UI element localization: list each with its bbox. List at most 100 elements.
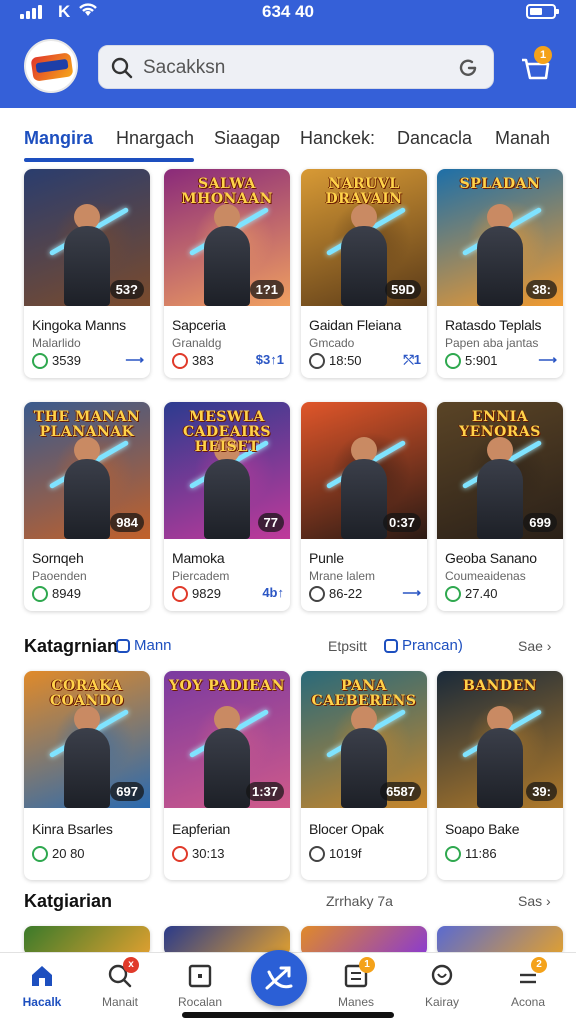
tab-siaagap[interactable]: Siaagap	[214, 128, 280, 149]
card-action[interactable]: $3↑1	[256, 352, 284, 367]
heart-icon	[429, 963, 455, 989]
card-action[interactable]: ⟶	[538, 352, 557, 368]
grid-icon: 1	[343, 957, 375, 989]
rating-badge: 0:37	[382, 513, 421, 532]
game-title: Sapceria	[172, 317, 226, 333]
center-action-button[interactable]	[251, 950, 307, 1006]
tab-manah[interactable]: Manah	[495, 128, 550, 149]
stat-icon	[32, 846, 48, 862]
game-meta: 5:901 ⟶	[445, 352, 557, 371]
section-filter-chip[interactable]: Mann	[116, 637, 172, 654]
game-meta: 383 $3↑1	[172, 352, 284, 371]
card-action[interactable]: ⟶	[125, 352, 144, 368]
stat-value: 18:50	[329, 353, 362, 368]
game-card[interactable]: Pana Caeberens 6587 Blocer Opak 1019f	[301, 671, 427, 880]
rating-badge: 984	[110, 513, 144, 532]
art-character	[477, 226, 523, 306]
nav-label: Manait	[101, 995, 139, 1009]
cart-button[interactable]: 1	[518, 46, 552, 86]
section-link[interactable]: Zrrhaky 7a	[326, 893, 393, 909]
art-character	[341, 459, 387, 539]
art-character	[64, 226, 110, 306]
app-logo[interactable]	[24, 39, 78, 93]
stat-icon	[32, 586, 48, 602]
nav-kairay[interactable]: Kairay	[402, 963, 482, 1009]
stat-value: 383	[192, 353, 214, 368]
see-all-link[interactable]: Sae ›	[518, 638, 551, 654]
rating-badge: 38:	[526, 280, 557, 299]
game-meta: 18:50 ⤲1	[309, 352, 421, 371]
nav-acona[interactable]: 2 Acona	[488, 957, 568, 1009]
game-card[interactable]: Naruvl Dravain 59D Gaidan Fleiana Gmcado 18:…	[301, 169, 427, 378]
game-card[interactable]: Spladan 38: Ratasdo Teplals Papen aba janta…	[437, 169, 563, 378]
game-thumbnail: 0:37	[301, 402, 427, 539]
game-art-title: Yoy Padiean	[169, 678, 285, 694]
game-meta: 1019f	[309, 846, 421, 864]
art-character	[204, 728, 250, 808]
nav-home[interactable]: Hacalk	[2, 963, 82, 1009]
game-thumbnail: Yoy Padiean 1:37	[164, 671, 290, 808]
chip-icon	[116, 638, 130, 653]
game-thumbnail: Pana Caeberens 6587	[301, 671, 427, 808]
art-character	[341, 728, 387, 808]
chip-label: Mann	[134, 637, 172, 654]
game-card[interactable]: Coraka Coando 697 Kinra Bsarles 20 80	[24, 671, 150, 880]
rating-badge: 1:37	[245, 782, 284, 801]
game-card[interactable]: Banden 39: Soapo Bake 11:86	[437, 671, 563, 880]
profile-icon: 2	[515, 957, 547, 989]
stat-icon	[172, 586, 188, 602]
tab-mangira[interactable]: Mangira	[24, 128, 93, 149]
game-subtitle: Paoenden	[32, 569, 87, 583]
rating-badge: 77	[257, 513, 284, 532]
nav-rocalan[interactable]: Rocalan	[160, 963, 240, 1009]
card-action[interactable]: 4b↑	[262, 585, 284, 600]
stat-value: 3539	[52, 353, 81, 368]
game-title: Gaidan Fleiana	[309, 317, 402, 333]
stat-icon	[309, 586, 325, 602]
home-indicator	[182, 1012, 394, 1018]
game-card[interactable]: The Manan Plananak 984 Sornqeh Paoenden 8949	[24, 402, 150, 611]
game-card[interactable]: 0:37 Punle Mrane lalem 86-22 ⟶	[301, 402, 427, 611]
game-card[interactable]: Salwa Mhonaan 1?1 Sapceria Granaldg 383 $3↑1	[164, 169, 290, 378]
nav-manes[interactable]: 1 Manes	[316, 957, 396, 1009]
rating-badge: 6587	[380, 782, 421, 801]
game-title: Ratasdo Teplals	[445, 317, 542, 333]
rating-badge: 59D	[385, 280, 421, 299]
stat-value: 9829	[192, 586, 221, 601]
tab-hnargach[interactable]: Hnargach	[116, 128, 194, 149]
section-link[interactable]: Etpsitt	[328, 638, 367, 654]
game-card[interactable]: Meswla Cadeairs Heiset 77 Mamoka Piercadem 9…	[164, 402, 290, 611]
stat-icon	[172, 846, 188, 862]
game-title: Geoba Sanano	[445, 550, 537, 566]
tab-hanckek[interactable]: Hanckek:	[300, 128, 375, 149]
see-all-link[interactable]: Sas ›	[518, 893, 551, 909]
game-title: Eapferian	[172, 821, 231, 837]
game-thumbnail: Ennia Yenoras 699	[437, 402, 563, 539]
art-character	[204, 459, 250, 539]
chip-icon	[384, 638, 398, 653]
card-action[interactable]: ⟶	[402, 585, 421, 601]
game-card[interactable]: Yoy Padiean 1:37 Eapferian 30:13	[164, 671, 290, 880]
game-card[interactable]: 53? Kingoka Manns Malarlido 3539 ⟶	[24, 169, 150, 378]
nav-manait[interactable]: x Manait	[80, 957, 160, 1009]
game-art-title: Banden	[462, 678, 538, 694]
game-subtitle: Malarlido	[32, 336, 81, 350]
card-action[interactable]: ⤲1	[403, 352, 421, 368]
tab-dancacla[interactable]: Dancacla	[397, 128, 472, 149]
game-title: Punle	[309, 550, 344, 566]
stat-value: 27.40	[465, 586, 498, 601]
section-title: Katagrnian	[24, 636, 119, 656]
section-title: Katgiarian	[24, 891, 113, 911]
section-filter-chip-2[interactable]: Prancan)	[384, 637, 463, 654]
search-input[interactable]	[143, 54, 443, 82]
search-bar[interactable]	[98, 45, 494, 89]
game-title: Mamoka	[172, 550, 225, 566]
rating-badge: 1?1	[249, 280, 284, 299]
game-title: Blocer Opak	[309, 821, 384, 837]
game-card[interactable]: Ennia Yenoras 699 Geoba Sanano Coumeaidenas…	[437, 402, 563, 611]
refresh-icon[interactable]	[457, 57, 479, 79]
game-thumbnail: Meswla Cadeairs Heiset 77	[164, 402, 290, 539]
nav-label: Hacalk	[22, 995, 62, 1009]
stat-value: 11:86	[465, 846, 497, 861]
stat-icon	[445, 353, 461, 369]
